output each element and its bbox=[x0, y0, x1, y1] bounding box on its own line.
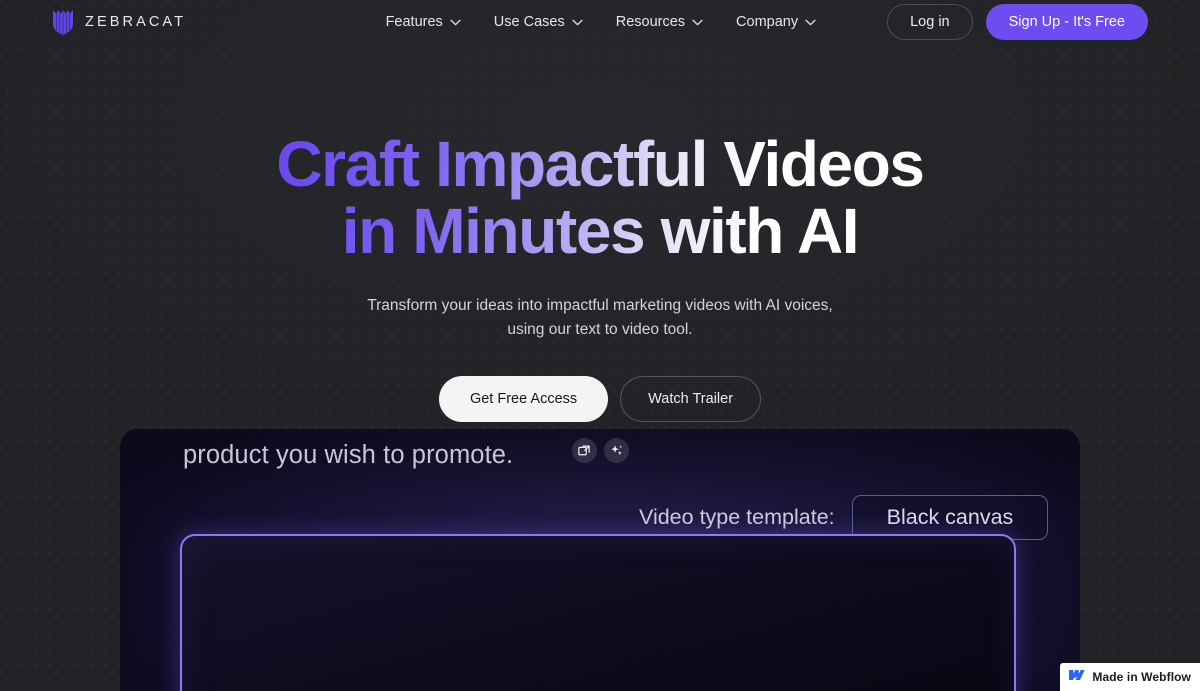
sparkles-ai-icon bbox=[610, 444, 623, 457]
brand-name: ZEBRACAT bbox=[85, 14, 187, 30]
hero-cta-group: Get Free Access Watch Trailer bbox=[0, 376, 1200, 423]
chevron-down-icon bbox=[692, 19, 703, 26]
made-in-webflow-label: Made in Webflow bbox=[1092, 670, 1191, 684]
made-in-webflow-badge[interactable]: Made in Webflow bbox=[1060, 663, 1200, 691]
sparkles-ai-icon-button[interactable] bbox=[604, 438, 629, 463]
webflow-logo-icon bbox=[1068, 668, 1085, 686]
hero-subtitle-line-2: using our text to video tool. bbox=[507, 320, 693, 338]
preview-caption-text: product you wish to promote. bbox=[183, 441, 514, 469]
preview-toolbar bbox=[572, 438, 629, 463]
nav-item-label: Features bbox=[385, 14, 443, 30]
video-canvas-area[interactable] bbox=[180, 534, 1016, 691]
chevron-down-icon bbox=[805, 19, 816, 26]
zebracat-cat-mark-icon bbox=[52, 9, 74, 35]
log-in-button[interactable]: Log in bbox=[887, 4, 973, 40]
watch-trailer-button[interactable]: Watch Trailer bbox=[620, 376, 762, 423]
main-navigation: Features Use Cases Resources Company Log… bbox=[386, 4, 1148, 40]
nav-item-label: Company bbox=[736, 14, 799, 30]
duplicate-expand-icon bbox=[578, 444, 591, 457]
sign-up-button[interactable]: Sign Up - It's Free bbox=[985, 4, 1148, 40]
nav-item-company[interactable]: Company bbox=[736, 14, 816, 30]
hero-title-line-2: in Minutes with AI bbox=[341, 194, 859, 267]
landing-page: ZEBRACAT Features Use Cases Resources Co… bbox=[0, 0, 1200, 691]
header-actions: Log in Sign Up - It's Free bbox=[887, 4, 1148, 40]
nav-item-use-cases[interactable]: Use Cases bbox=[494, 14, 583, 30]
hero-section: Craft Impactful Videos in Minutes with A… bbox=[0, 44, 1200, 423]
product-preview-video[interactable]: product you wish to promote. Video type … bbox=[120, 429, 1080, 691]
hero-subtitle: Transform your ideas into impactful mark… bbox=[350, 294, 850, 341]
video-type-template-label: Video type template: bbox=[639, 505, 835, 529]
site-header: ZEBRACAT Features Use Cases Resources Co… bbox=[0, 0, 1200, 44]
nav-item-label: Use Cases bbox=[493, 14, 565, 30]
nav-item-resources[interactable]: Resources bbox=[616, 14, 703, 30]
nav-item-label: Resources bbox=[615, 14, 686, 30]
nav-item-features[interactable]: Features bbox=[386, 14, 461, 30]
chevron-down-icon bbox=[450, 19, 461, 26]
brand-logo-link[interactable]: ZEBRACAT bbox=[52, 9, 186, 35]
hero-subtitle-line-1: Transform your ideas into impactful mark… bbox=[367, 297, 833, 315]
get-free-access-button[interactable]: Get Free Access bbox=[438, 376, 609, 423]
page-title: Craft Impactful Videos in Minutes with A… bbox=[272, 131, 927, 270]
hero-title-line-1: Craft Impactful Videos bbox=[276, 128, 924, 200]
duplicate-expand-icon-button[interactable] bbox=[572, 438, 597, 463]
chevron-down-icon bbox=[572, 19, 583, 26]
